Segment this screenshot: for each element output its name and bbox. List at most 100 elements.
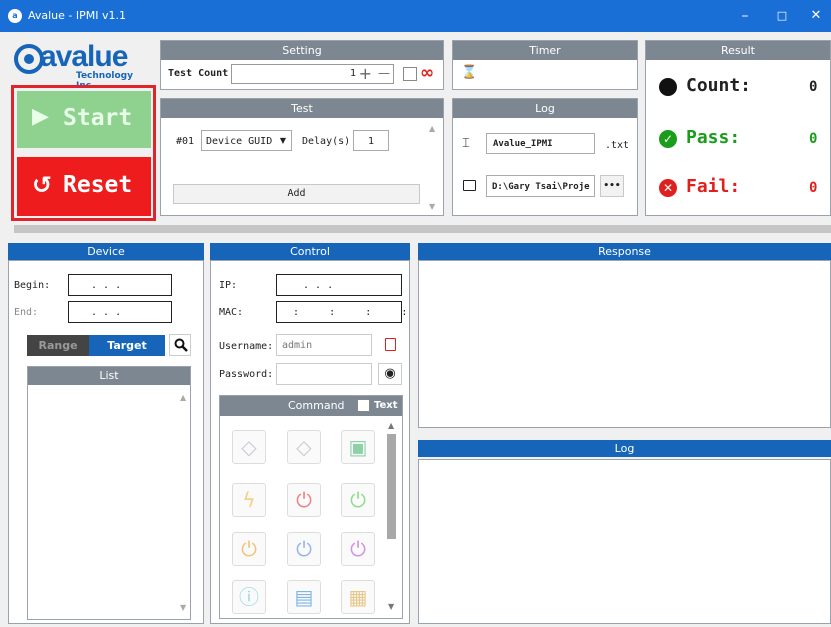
- count-value: 0: [809, 79, 818, 95]
- test-count-input[interactable]: 1 + —: [231, 64, 394, 84]
- test-count-value: 1: [349, 68, 356, 79]
- command-box: Command Text ◇ ◇ ▣ ϟ ⏻ ⏻ ⏻ ⏻ ⏻ ⓘ ▤ ▦ ▲ ▼: [219, 395, 403, 619]
- scroll-up-icon[interactable]: ▲: [429, 124, 435, 133]
- test-header: Test: [161, 99, 443, 118]
- end-ip-input[interactable]: . . .: [68, 301, 172, 323]
- fail-label: Fail:: [686, 176, 741, 197]
- clock-icon: [659, 78, 677, 96]
- device-panel: Begin: . . . End: . . . Range Target Lis…: [8, 260, 204, 624]
- timer-panel: Timer ⌛: [452, 40, 638, 90]
- device-header: Device: [8, 243, 204, 260]
- username-value: admin: [282, 340, 313, 351]
- play-icon: ▶: [32, 104, 49, 129]
- device-select-value: Device GUID: [206, 136, 273, 147]
- fail-icon: ✕: [659, 179, 677, 197]
- monitor-icon[interactable]: ▣: [341, 430, 375, 464]
- device-list[interactable]: List ▲ ▼: [27, 366, 191, 620]
- lightning-icon[interactable]: ϟ: [232, 483, 266, 517]
- log-header: Log: [418, 440, 831, 457]
- range-toggle[interactable]: Range: [27, 335, 89, 356]
- log-settings-panel: Log ⌶ Avalue_IPMI .txt D:\Gary Tsai\Proj…: [452, 98, 638, 216]
- app-icon: a: [8, 9, 22, 23]
- browse-button[interactable]: •••: [600, 175, 624, 197]
- eye-icon[interactable]: ◉: [378, 363, 402, 385]
- device-select[interactable]: Device GUID ▼: [201, 130, 292, 151]
- power-blue-icon[interactable]: ⏻: [287, 532, 321, 566]
- text-mode-checkbox[interactable]: [357, 399, 370, 412]
- pass-label: Pass:: [686, 127, 741, 148]
- splitter[interactable]: [14, 225, 831, 233]
- title-bar: a Avalue - IPMI v1.1 – □ ✕: [0, 0, 831, 32]
- test-row-number: #01: [176, 136, 195, 147]
- delay-input[interactable]: 1: [353, 130, 389, 151]
- decrement-button[interactable]: —: [378, 66, 390, 80]
- pass-value: 0: [809, 131, 818, 147]
- target-toggle[interactable]: Target: [89, 335, 165, 356]
- user-card-icon[interactable]: [385, 338, 396, 351]
- infinity-icon: ∞: [420, 63, 435, 83]
- begin-label: Begin:: [14, 280, 51, 291]
- command-scroll-down-icon[interactable]: ▼: [388, 602, 394, 611]
- maximize-button[interactable]: □: [772, 6, 792, 26]
- ip-label: IP:: [219, 280, 238, 291]
- end-label: End:: [14, 307, 39, 318]
- start-button[interactable]: ▶ Start: [17, 91, 151, 148]
- tag-icon[interactable]: ◇: [287, 430, 321, 464]
- text-mode-label: Text: [374, 400, 398, 411]
- mac-label: MAC:: [219, 307, 244, 318]
- search-button[interactable]: [169, 334, 191, 356]
- terminal-icon[interactable]: ▤: [287, 580, 321, 614]
- log-folder-value: D:\Gary Tsai\Proje: [492, 182, 590, 192]
- log-filename-input[interactable]: Avalue_IPMI: [486, 133, 595, 154]
- result-header: Result: [646, 41, 830, 60]
- log-filename-value: Avalue_IPMI: [493, 139, 553, 149]
- command-scrollbar-thumb[interactable]: [387, 434, 396, 539]
- log-folder-input[interactable]: D:\Gary Tsai\Proje: [486, 175, 595, 197]
- logo: avalue Technology Inc.: [14, 40, 154, 91]
- add-button[interactable]: Add: [173, 184, 420, 204]
- response-area[interactable]: [418, 260, 831, 428]
- ip-input[interactable]: . . .: [276, 274, 402, 296]
- power-orange-icon[interactable]: ⏻: [232, 532, 266, 566]
- username-label: Username:: [219, 341, 274, 352]
- minimize-button[interactable]: –: [735, 6, 755, 26]
- reset-label: Reset: [63, 172, 133, 198]
- increment-button[interactable]: +: [359, 64, 372, 83]
- tag-icon[interactable]: ◇: [232, 430, 266, 464]
- mac-input[interactable]: : : : : :: [276, 301, 444, 323]
- setting-panel: Setting Test Count 1 + — ∞: [160, 40, 444, 90]
- pass-icon: ✓: [659, 130, 677, 148]
- log-area[interactable]: [418, 459, 831, 624]
- control-header: Control: [210, 243, 410, 260]
- list-scroll-down-icon[interactable]: ▼: [180, 603, 186, 612]
- timer-header: Timer: [453, 41, 637, 60]
- password-label: Password:: [219, 369, 274, 380]
- command-scroll-up-icon[interactable]: ▲: [388, 421, 394, 430]
- list-scroll-up-icon[interactable]: ▲: [180, 393, 186, 402]
- power-green-icon[interactable]: ⏻: [341, 483, 375, 517]
- result-panel: Result Count: 0 ✓ Pass: 0 ✕ Fail: 0: [645, 40, 831, 216]
- log-settings-header: Log: [453, 99, 637, 118]
- close-button[interactable]: ✕: [806, 6, 826, 26]
- test-panel: Test #01 Device GUID ▼ Delay(s) 1 ▲ ▼ Ad…: [160, 98, 444, 216]
- power-red-icon[interactable]: ⏻: [287, 483, 321, 517]
- scroll-down-icon[interactable]: ▼: [429, 202, 435, 211]
- delay-label: Delay(s): [302, 136, 351, 147]
- password-input[interactable]: [276, 363, 372, 385]
- begin-ip-input[interactable]: . . .: [68, 274, 172, 296]
- text-cursor-icon: ⌶: [462, 136, 470, 151]
- log-extension: .txt: [605, 140, 630, 151]
- list-header: List: [28, 367, 190, 385]
- infinite-checkbox[interactable]: [403, 67, 417, 81]
- search-icon: [174, 338, 188, 352]
- fail-value: 0: [809, 180, 818, 196]
- info-icon[interactable]: ⓘ: [232, 580, 266, 614]
- reset-button[interactable]: ↺ Reset: [17, 157, 151, 216]
- response-header: Response: [418, 243, 831, 260]
- binary-file-icon[interactable]: ▦: [341, 580, 375, 614]
- username-input[interactable]: admin: [276, 334, 372, 356]
- hourglass-icon: ⌛: [461, 65, 478, 80]
- power-purple-icon[interactable]: ⏻: [341, 532, 375, 566]
- test-count-label: Test Count: [168, 68, 229, 79]
- reset-icon: ↺: [32, 171, 53, 199]
